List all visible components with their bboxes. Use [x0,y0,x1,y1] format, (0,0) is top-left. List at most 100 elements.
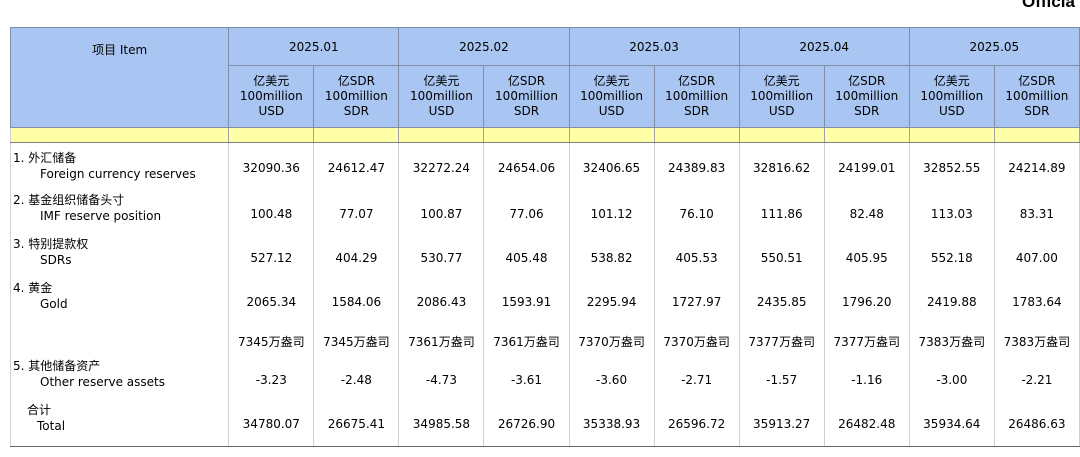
row-label: 合计 Total [10,402,229,447]
row-label-en: SDRs [40,253,72,267]
sdr-unit-header: 亿SDR 100million SDR [483,65,570,128]
table-row: 7345万盎司 7345万盎司 7361万盎司 7361万盎司 7370万盎司 7370万… [10,324,1080,358]
value-cell: 32090.36 [228,142,314,192]
row-label: 5. 其他储备资产 Other reserve assets [10,358,229,402]
value-cell: 2435.85 [738,280,825,324]
spacer-row [10,127,1080,143]
row-label-zh: 2. 基金组织储备头寸 [13,193,125,207]
table-row: 4. 黄金 Gold 2065.34 1584.06 2086.43 1593.91 229… [10,280,1080,324]
row-label-zh: 合计 [27,403,52,417]
value-cell: -3.00 [908,358,995,402]
value-cell: 550.51 [738,236,825,280]
value-cell: 24199.01 [823,142,910,192]
value-cell: 2419.88 [908,280,995,324]
value-cell: 35934.64 [908,402,995,447]
value-cell: 24214.89 [993,142,1080,192]
value-cell: 35338.93 [568,402,655,447]
row-label-en: Foreign currency reserves [40,167,196,181]
value-cell: 32272.24 [398,142,484,192]
row-label-zh: 3. 特别提款权 [13,237,89,251]
value-cell: 101.12 [568,192,655,236]
value-cell: 34780.07 [228,402,314,447]
value-cell: 111.86 [738,192,825,236]
row-label-en: Gold [40,297,68,311]
usd-unit-header: 亿美元 100million USD [228,65,315,128]
value-cell: 24389.83 [653,142,740,192]
value-cell: 7361万盎司 [483,324,570,358]
usd-unit-header: 亿美元 100million USD [738,65,825,128]
row-label [10,324,229,358]
value-cell: -1.16 [823,358,910,402]
value-cell: 7345万盎司 [313,324,399,358]
usd-unit-header: 亿美元 100million USD [398,65,485,128]
row-label: 2. 基金组织储备头寸 IMF reserve position [10,192,229,236]
value-cell: 7345万盎司 [228,324,314,358]
value-cell: -2.21 [993,358,1080,402]
value-cell: 24612.47 [313,142,399,192]
value-cell: 405.95 [823,236,910,280]
value-cell: 7377万盎司 [738,324,825,358]
row-label-en: IMF reserve position [40,209,162,223]
value-cell: 82.48 [823,192,910,236]
value-cell: 1584.06 [313,280,399,324]
usd-unit-header: 亿美元 100million USD [568,65,655,128]
value-cell: 26675.41 [313,402,399,447]
value-cell: 26726.90 [483,402,570,447]
page-title: Officia [1022,0,1075,11]
value-cell: 552.18 [908,236,995,280]
value-cell: 7377万盎司 [823,324,910,358]
sdr-unit-header: 亿SDR 100million SDR [653,65,740,128]
table-row: 2. 基金组织储备头寸 IMF reserve position 100.48 77.… [10,192,1080,236]
row-label-zh: 4. 黄金 [13,281,53,295]
row-label: 1. 外汇储备 Foreign currency reserves [10,142,229,192]
value-cell: 34985.58 [398,402,484,447]
row-label-zh: 5. 其他储备资产 [13,359,101,373]
table-row: 3. 特别提款权 SDRs 527.12 404.29 530.77 405.48 538.… [10,236,1080,280]
table-row: 5. 其他储备资产 Other reserve assets -3.23 -2.48-… [10,358,1080,402]
value-cell: 405.48 [483,236,570,280]
value-cell: 35913.27 [738,402,825,447]
value-cell: 77.06 [483,192,570,236]
row-label: 4. 黄金 Gold [10,280,229,324]
value-cell: 1727.97 [653,280,740,324]
sdr-unit-header: 亿SDR 100million SDR [313,65,400,128]
value-cell: 26486.63 [993,402,1080,447]
row-label: 3. 特别提款权 SDRs [10,236,229,280]
value-cell: 113.03 [908,192,995,236]
value-cell: 26596.72 [653,402,740,447]
value-cell: -2.71 [653,358,740,402]
value-cell: 32852.55 [908,142,995,192]
row-label-en: Total [37,419,66,433]
table-row: 合计 Total 34780.07 26675.41 34985.58 26726.90 3… [10,402,1080,447]
value-cell: 1796.20 [823,280,910,324]
table-row: 1. 外汇储备 Foreign currency reserves 32090.36… [10,142,1080,192]
value-cell: -3.61 [483,358,570,402]
value-cell: 527.12 [228,236,314,280]
month-header: 2025.02 [398,27,570,66]
value-cell: 2295.94 [568,280,655,324]
value-cell: -3.60 [568,358,655,402]
value-cell: -4.73 [398,358,484,402]
month-header: 2025.01 [228,27,400,66]
value-cell: -1.57 [738,358,825,402]
value-cell: 7383万盎司 [908,324,995,358]
value-cell: 77.07 [313,192,399,236]
value-cell: 2086.43 [398,280,484,324]
month-header: 2025.05 [908,27,1080,66]
reserves-table-container: 项目 Item 2025.01 2025.02 2025.03 2025.04 … [10,27,1080,457]
value-cell: 100.87 [398,192,484,236]
value-cell: 405.53 [653,236,740,280]
reserves-table: 项目 Item 2025.01 2025.02 2025.03 2025.04 … [10,27,1080,447]
value-cell: 7361万盎司 [398,324,484,358]
value-cell: 24654.06 [483,142,570,192]
value-cell: 32816.62 [738,142,825,192]
value-cell: 538.82 [568,236,655,280]
value-cell: 407.00 [993,236,1080,280]
value-cell: 32406.65 [568,142,655,192]
value-cell: -3.23 [228,358,314,402]
usd-unit-header: 亿美元 100million USD [908,65,995,128]
sdr-unit-header: 亿SDR 100million SDR [823,65,910,128]
value-cell: 76.10 [653,192,740,236]
value-cell: 1593.91 [483,280,570,324]
value-cell: 7370万盎司 [653,324,740,358]
